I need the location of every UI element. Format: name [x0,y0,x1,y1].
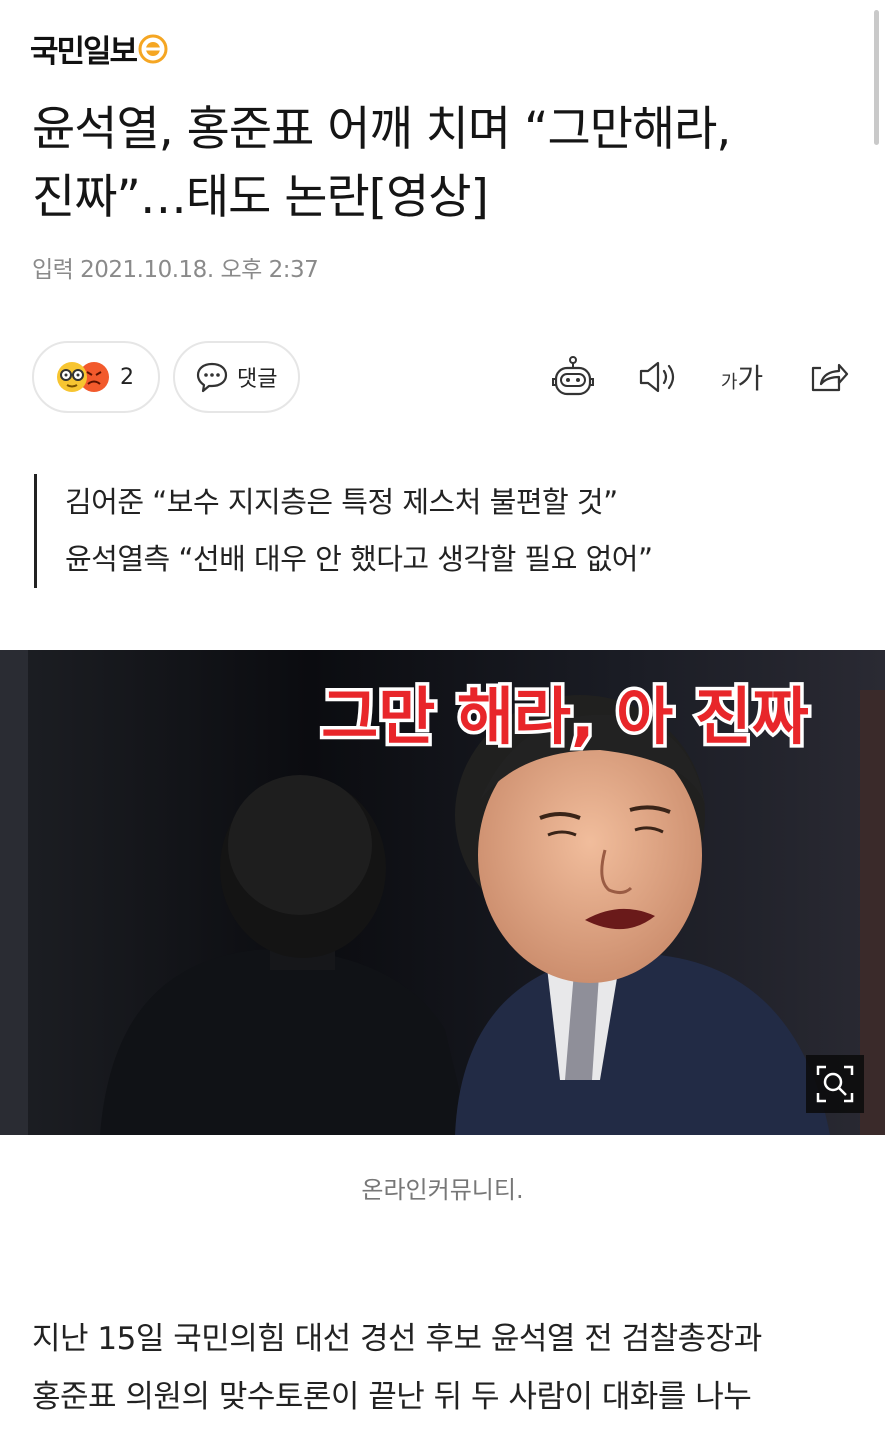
body-line-1: 지난 15일 국민의힘 대선 경선 후보 윤석열 전 검찰총장과 [32,1321,762,1357]
brand-logo-icon [138,34,168,63]
subheadline-2: 윤석열측 “선배 대우 안 했다고 생각할 필요 없어” [65,542,653,576]
scrollbar[interactable] [874,10,879,145]
publish-date: 입력 2021.10.18. 오후 2:37 [32,257,319,283]
robot-icon [552,356,594,396]
image-zoom-button[interactable] [806,1055,864,1113]
speaker-icon [639,361,675,393]
brand-name: 국민일보 [30,34,138,70]
summary-bot-button[interactable] [548,352,598,402]
headline-line-1: 윤석열, 홍준표 어깨 치며 “그만해라, [32,102,731,157]
zoom-icon [816,1065,854,1103]
image-overlay-text: 그만 해라, 아 진짜 [321,680,809,753]
font-size-button[interactable]: 가가 [716,352,768,402]
share-icon [811,363,849,392]
comment-button[interactable]: 댓글 [173,341,300,413]
body-line-2: 홍준표 의원의 맞수토론이 끝난 뒤 두 사람이 대화를 나누 [32,1379,752,1415]
article-headline: 윤석열, 홍준표 어깨 치며 “그만해라, 진짜”…태도 논란[영상] [32,96,832,232]
comment-label: 댓글 [237,367,278,392]
text-to-speech-button[interactable] [634,352,680,402]
article-image[interactable]: 그만 해라, 아 진짜 [0,650,885,1135]
font-size-small-label: 가 [720,372,738,393]
article-subheadline: 김어준 “보수 지지층은 특정 제스처 불편할 것” 윤석열측 “선배 대우 안… [34,474,653,588]
speech-bubble-icon [196,362,228,393]
reaction-button[interactable]: 2 [32,341,160,413]
reaction-count: 2 [120,364,134,390]
image-caption: 온라인커뮤니티. [361,1176,524,1204]
font-size-big-label: 가 [737,362,764,395]
reaction-emoji-icon [57,362,109,392]
site-header[interactable]: 국민일보 [30,26,168,71]
font-size-icon: 가가 [721,357,763,397]
headline-line-2: 진짜”…태도 논란[영상] [32,170,489,225]
subheadline-1: 김어준 “보수 지지층은 특정 제스처 불편할 것” [65,485,618,519]
article-photo: 그만 해라, 아 진짜 [0,650,885,1135]
article-body: 지난 15일 국민의힘 대선 경선 후보 윤석열 전 검찰총장과 홍준표 의원의… [32,1310,862,1426]
share-button[interactable] [806,352,852,402]
